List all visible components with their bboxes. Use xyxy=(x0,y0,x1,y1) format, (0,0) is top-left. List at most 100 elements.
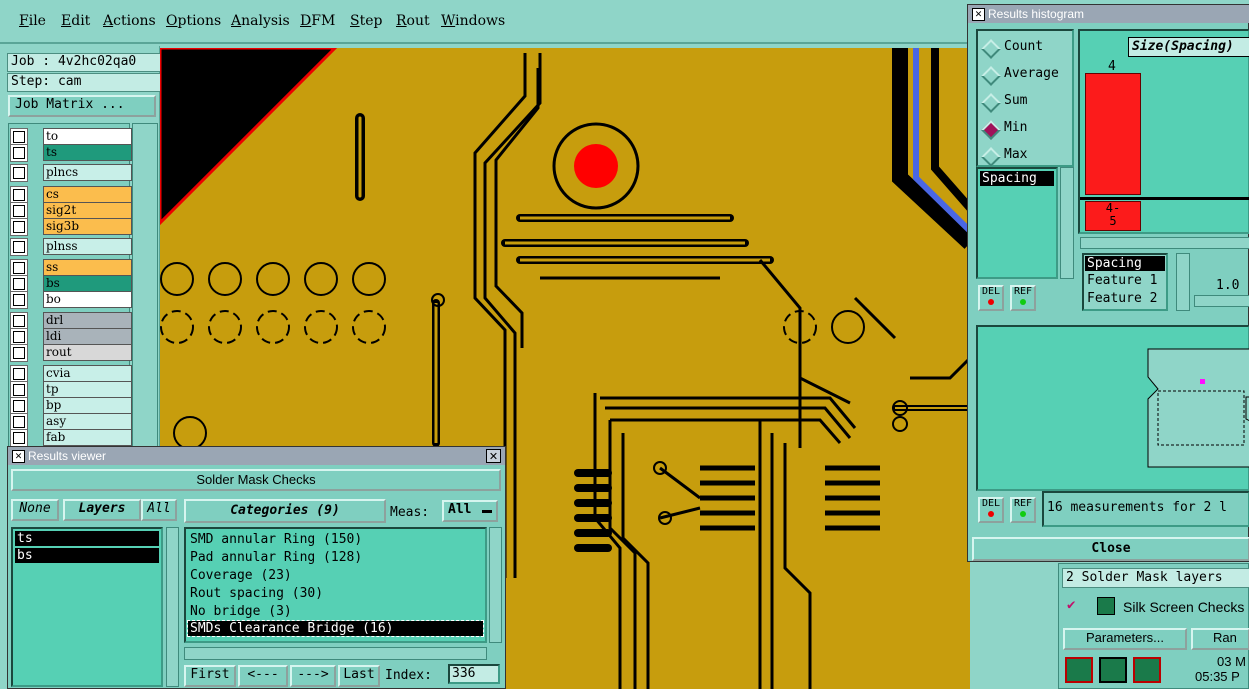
layer-name[interactable]: ss xyxy=(43,259,132,276)
mode-label-min[interactable]: Min xyxy=(1004,120,1027,135)
layer-name[interactable]: sig3b xyxy=(43,218,132,235)
categories-scrollbar-h[interactable] xyxy=(184,647,487,660)
radio-count-icon[interactable] xyxy=(981,39,1001,59)
layer-checkbox[interactable] xyxy=(10,429,28,447)
layer-name[interactable]: tp xyxy=(43,381,132,398)
layer-row-ldi[interactable]: ldi xyxy=(10,328,132,346)
attribute-item[interactable]: Spacing xyxy=(1085,256,1165,271)
layer-name[interactable]: bs xyxy=(43,275,132,292)
close-icon[interactable]: ✕ xyxy=(486,449,501,463)
layer-name[interactable]: plnss xyxy=(43,238,132,255)
mode-label-sum[interactable]: Sum xyxy=(1004,93,1027,108)
menu-rout[interactable]: Rout xyxy=(396,13,430,29)
menu-actions[interactable]: Actions xyxy=(103,13,156,29)
layer-name[interactable]: bp xyxy=(43,397,132,414)
del-button-2[interactable]: DEL xyxy=(978,497,1004,523)
ref-button[interactable]: REF xyxy=(1010,285,1036,311)
menu-analysis[interactable]: Analysis xyxy=(231,13,290,29)
categories-button[interactable]: Categories (9) xyxy=(184,499,386,523)
layer-row-to[interactable]: to xyxy=(10,128,132,146)
menu-windows[interactable]: Windows xyxy=(441,13,505,29)
job-matrix-button[interactable]: Job Matrix ... xyxy=(8,95,156,117)
attribute-list[interactable]: Spacing Feature 1 Feature 2 xyxy=(1082,253,1168,311)
layer-row-asy[interactable]: asy xyxy=(10,413,132,431)
layer-row-fab[interactable]: fab xyxy=(10,429,132,447)
window-menu-icon[interactable]: ✕ xyxy=(972,8,985,21)
category-item[interactable]: Rout spacing (30) xyxy=(188,585,483,603)
layer-name[interactable]: cs xyxy=(43,186,132,203)
list-item[interactable]: ts xyxy=(15,531,159,546)
category-item[interactable]: Coverage (23) xyxy=(188,567,483,585)
layer-name[interactable]: ts xyxy=(43,144,132,161)
menu-step[interactable]: Step xyxy=(350,13,382,29)
layer-row-bo[interactable]: bo xyxy=(10,291,132,309)
none-button[interactable]: None xyxy=(11,499,59,521)
layer-row-plncs[interactable]: plncs xyxy=(10,164,132,182)
measurement-preview[interactable] xyxy=(976,325,1249,491)
layer-row-rout[interactable]: rout xyxy=(10,344,132,362)
layer-row-ss[interactable]: ss xyxy=(10,259,132,277)
layer-row-cs[interactable]: cs xyxy=(10,186,132,204)
histogram-titlebar[interactable]: ✕ Results histogram xyxy=(968,5,1249,23)
attribute-scrollbar[interactable] xyxy=(1176,253,1190,311)
histogram-list[interactable]: Spacing xyxy=(976,167,1058,279)
layers-button[interactable]: Layers xyxy=(63,499,141,521)
chart-scrollbar-h[interactable] xyxy=(1080,237,1249,249)
layer-row-plnss[interactable]: plnss xyxy=(10,238,132,256)
run-step-icon[interactable] xyxy=(1099,657,1127,683)
layer-list-scrollbar[interactable] xyxy=(132,123,158,453)
parameters-button[interactable]: Parameters... xyxy=(1063,628,1187,650)
layer-checkbox[interactable] xyxy=(10,144,28,162)
category-item[interactable]: Pad annular Ring (128) xyxy=(188,549,483,567)
mode-label-count[interactable]: Count xyxy=(1004,39,1043,54)
radio-sum-icon[interactable] xyxy=(981,93,1001,113)
prev-button[interactable]: <--- xyxy=(238,665,288,687)
results-viewer-titlebar[interactable]: ✕ Results viewer xyxy=(8,447,505,465)
radio-max-icon[interactable] xyxy=(981,147,1001,167)
scale-slider[interactable] xyxy=(1194,295,1249,307)
attribute-item[interactable]: Feature 1 xyxy=(1085,272,1165,289)
layer-row-cvia[interactable]: cvia xyxy=(10,365,132,383)
index-field[interactable]: 336 xyxy=(448,664,500,684)
all-button[interactable]: All xyxy=(141,499,177,521)
layer-checkbox[interactable] xyxy=(10,344,28,362)
next-button[interactable]: ---> xyxy=(290,665,336,687)
menu-edit[interactable]: Edit xyxy=(61,13,90,29)
category-item[interactable]: No bridge (3) xyxy=(188,603,483,621)
layer-row-sig3b[interactable]: sig3b xyxy=(10,218,132,236)
window-menu-icon[interactable]: ✕ xyxy=(12,450,25,463)
layer-row-sig2t[interactable]: sig2t xyxy=(10,202,132,220)
layer-name[interactable]: sig2t xyxy=(43,202,132,219)
menu-file[interactable]: File xyxy=(19,13,46,29)
histogram-bar[interactable] xyxy=(1085,73,1141,195)
layer-row-bs[interactable]: bs xyxy=(10,275,132,293)
layer-checkbox[interactable] xyxy=(10,291,28,309)
layer-name[interactable]: bo xyxy=(43,291,132,308)
histogram-chart[interactable]: Size(Spacing) 4 4- 5 xyxy=(1078,29,1249,234)
mode-label-max[interactable]: Max xyxy=(1004,147,1027,162)
layer-name[interactable]: fab xyxy=(43,429,132,446)
layer-name[interactable]: cvia xyxy=(43,365,132,382)
list-item[interactable]: Spacing xyxy=(980,171,1054,186)
radio-average-icon[interactable] xyxy=(981,66,1001,86)
layer-name[interactable]: to xyxy=(43,128,132,145)
layer-name[interactable]: asy xyxy=(43,413,132,430)
menu-dfm[interactable]: DFM xyxy=(300,13,335,29)
run-action-icon[interactable] xyxy=(1065,657,1093,683)
close-button[interactable]: Close xyxy=(972,537,1249,561)
histogram-list-scrollbar[interactable] xyxy=(1060,167,1074,279)
layer-checkbox[interactable] xyxy=(10,238,28,256)
layer-name[interactable]: rout xyxy=(43,344,132,361)
layer-row-ts[interactable]: ts xyxy=(10,144,132,162)
layer-name[interactable]: plncs xyxy=(43,164,132,181)
first-button[interactable]: First xyxy=(184,665,236,687)
del-button[interactable]: DEL xyxy=(978,285,1004,311)
layer-row-tp[interactable]: tp xyxy=(10,381,132,399)
radio-min-icon[interactable] xyxy=(981,120,1001,140)
layer-row-bp[interactable]: bp xyxy=(10,397,132,415)
run-stop-icon[interactable] xyxy=(1133,657,1161,683)
layer-results-list[interactable]: ts bs xyxy=(11,527,163,687)
categories-scrollbar-v[interactable] xyxy=(489,527,502,643)
ref-button-2[interactable]: REF xyxy=(1010,497,1036,523)
layer-list-scrollbar[interactable] xyxy=(166,527,179,687)
